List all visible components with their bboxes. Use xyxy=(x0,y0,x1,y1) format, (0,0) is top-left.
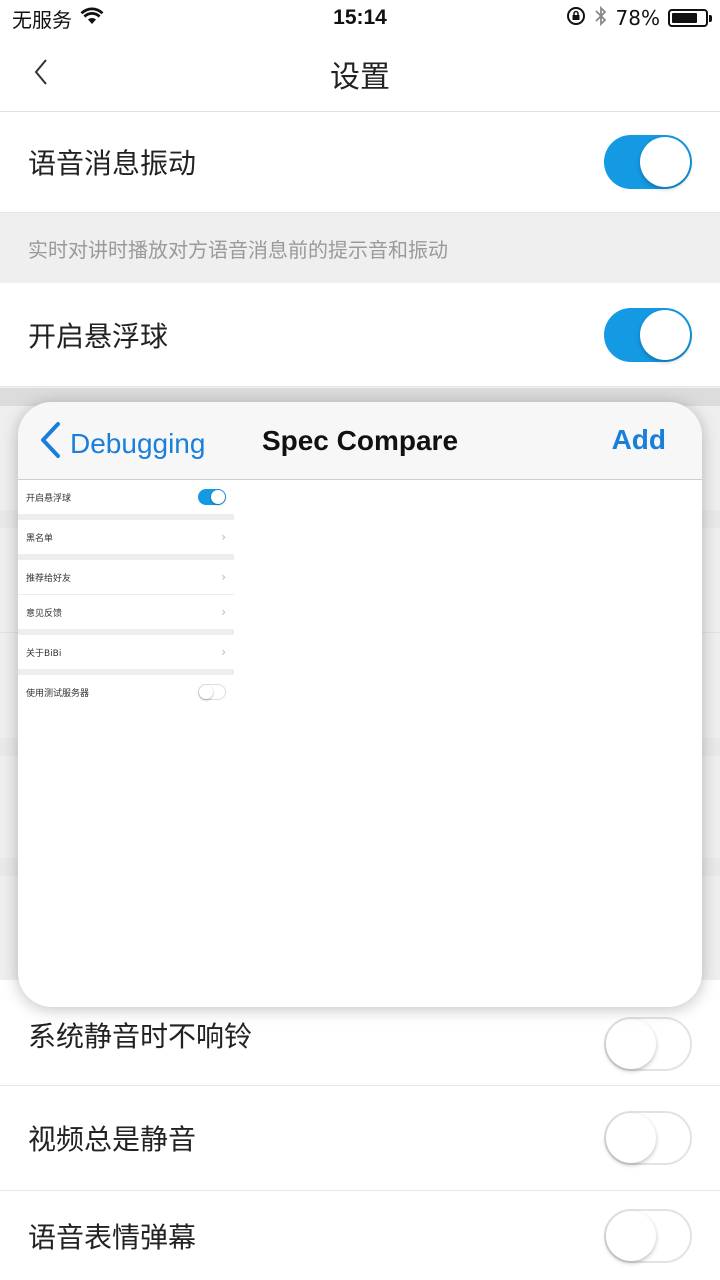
battery-percent: 78% xyxy=(615,6,660,30)
chevron-right-icon: › xyxy=(221,605,226,619)
mini-row: 使用测试服务器 xyxy=(18,675,234,709)
toggle-knob xyxy=(606,1210,656,1261)
toggle-knob xyxy=(606,1113,656,1163)
chevron-left-icon xyxy=(38,420,62,467)
status-bar: 无服务 15:14 78% xyxy=(0,0,720,36)
chevron-right-icon: › xyxy=(221,645,226,659)
status-right: 78% xyxy=(566,5,712,32)
mute-no-ring-label: 系统静音时不响铃 xyxy=(28,1019,253,1053)
mini-row: 关于BiBi › xyxy=(18,635,234,669)
row-voice-emoji-barrage: 语音表情弹幕 xyxy=(0,1191,720,1280)
row-floating-ball: 开启悬浮球 xyxy=(0,283,720,387)
voice-vibrate-label: 语音消息振动 xyxy=(28,147,197,180)
chevron-left-icon[interactable] xyxy=(28,56,64,92)
toggle-knob xyxy=(199,685,213,699)
debugging-back-label: Debugging xyxy=(70,427,206,459)
mini-row: 黑名单 › xyxy=(18,520,234,554)
status-left: 无服务 xyxy=(12,4,104,33)
mini-row-label: 推荐给好友 xyxy=(26,573,72,584)
mini-row-label: 关于BiBi xyxy=(26,648,62,659)
battery-fill xyxy=(672,13,697,23)
mini-preview: 开启悬浮球 黑名单 › 推荐给好友 › 意见反馈 › 关于BiBi › 使用测试… xyxy=(18,480,234,709)
overlay-title: Spec Compare xyxy=(261,424,459,456)
rotation-lock-icon xyxy=(566,6,586,31)
toggle-knob xyxy=(211,490,225,504)
debugging-back-button[interactable]: Debugging xyxy=(38,420,205,467)
floating-ball-toggle[interactable] xyxy=(604,307,692,362)
chevron-right-icon: › xyxy=(221,530,226,544)
video-mute-toggle[interactable] xyxy=(604,1111,692,1165)
voice-emoji-barrage-toggle[interactable] xyxy=(604,1208,692,1263)
add-button[interactable]: Add xyxy=(612,424,666,456)
mini-row-label: 开启悬浮球 xyxy=(26,493,72,504)
floating-ball-label: 开启悬浮球 xyxy=(28,319,169,353)
mini-toggle[interactable] xyxy=(198,489,226,505)
bluetooth-icon xyxy=(594,5,608,32)
mini-row-label: 黑名单 xyxy=(26,533,54,544)
toggle-knob xyxy=(640,137,690,187)
mini-row: 推荐给好友 › xyxy=(18,560,234,594)
mini-row: 开启悬浮球 xyxy=(18,480,234,514)
wifi-icon xyxy=(80,6,104,30)
battery-icon xyxy=(668,9,712,27)
carrier-label: 无服务 xyxy=(12,7,72,32)
voice-emoji-barrage-label: 语音表情弹幕 xyxy=(28,1220,197,1254)
overlay-header: Debugging Spec Compare Add xyxy=(18,402,702,480)
mini-toggle[interactable] xyxy=(198,684,226,700)
row-voice-vibrate: 语音消息振动 xyxy=(0,112,720,213)
voice-vibrate-toggle[interactable] xyxy=(604,135,692,189)
mini-row: 意见反馈 › xyxy=(18,595,234,629)
mini-row-label: 使用测试服务器 xyxy=(26,688,90,699)
spec-compare-overlay: Debugging Spec Compare Add 开启悬浮球 黑名单 › 推… xyxy=(18,402,702,1007)
page-title: 设置 xyxy=(330,59,390,95)
chevron-right-icon: › xyxy=(221,570,226,584)
mini-row-label: 意见反馈 xyxy=(26,608,63,619)
voice-vibrate-hint: 实时对讲时播放对方语音消息前的提示音和振动 xyxy=(0,213,720,283)
toggle-knob xyxy=(606,1018,656,1069)
video-mute-label: 视频总是静音 xyxy=(28,1123,197,1156)
mute-no-ring-toggle[interactable] xyxy=(604,1016,692,1071)
toggle-knob xyxy=(640,309,690,360)
nav-bar: 设置 xyxy=(0,36,720,112)
row-video-mute: 视频总是静音 xyxy=(0,1086,720,1191)
